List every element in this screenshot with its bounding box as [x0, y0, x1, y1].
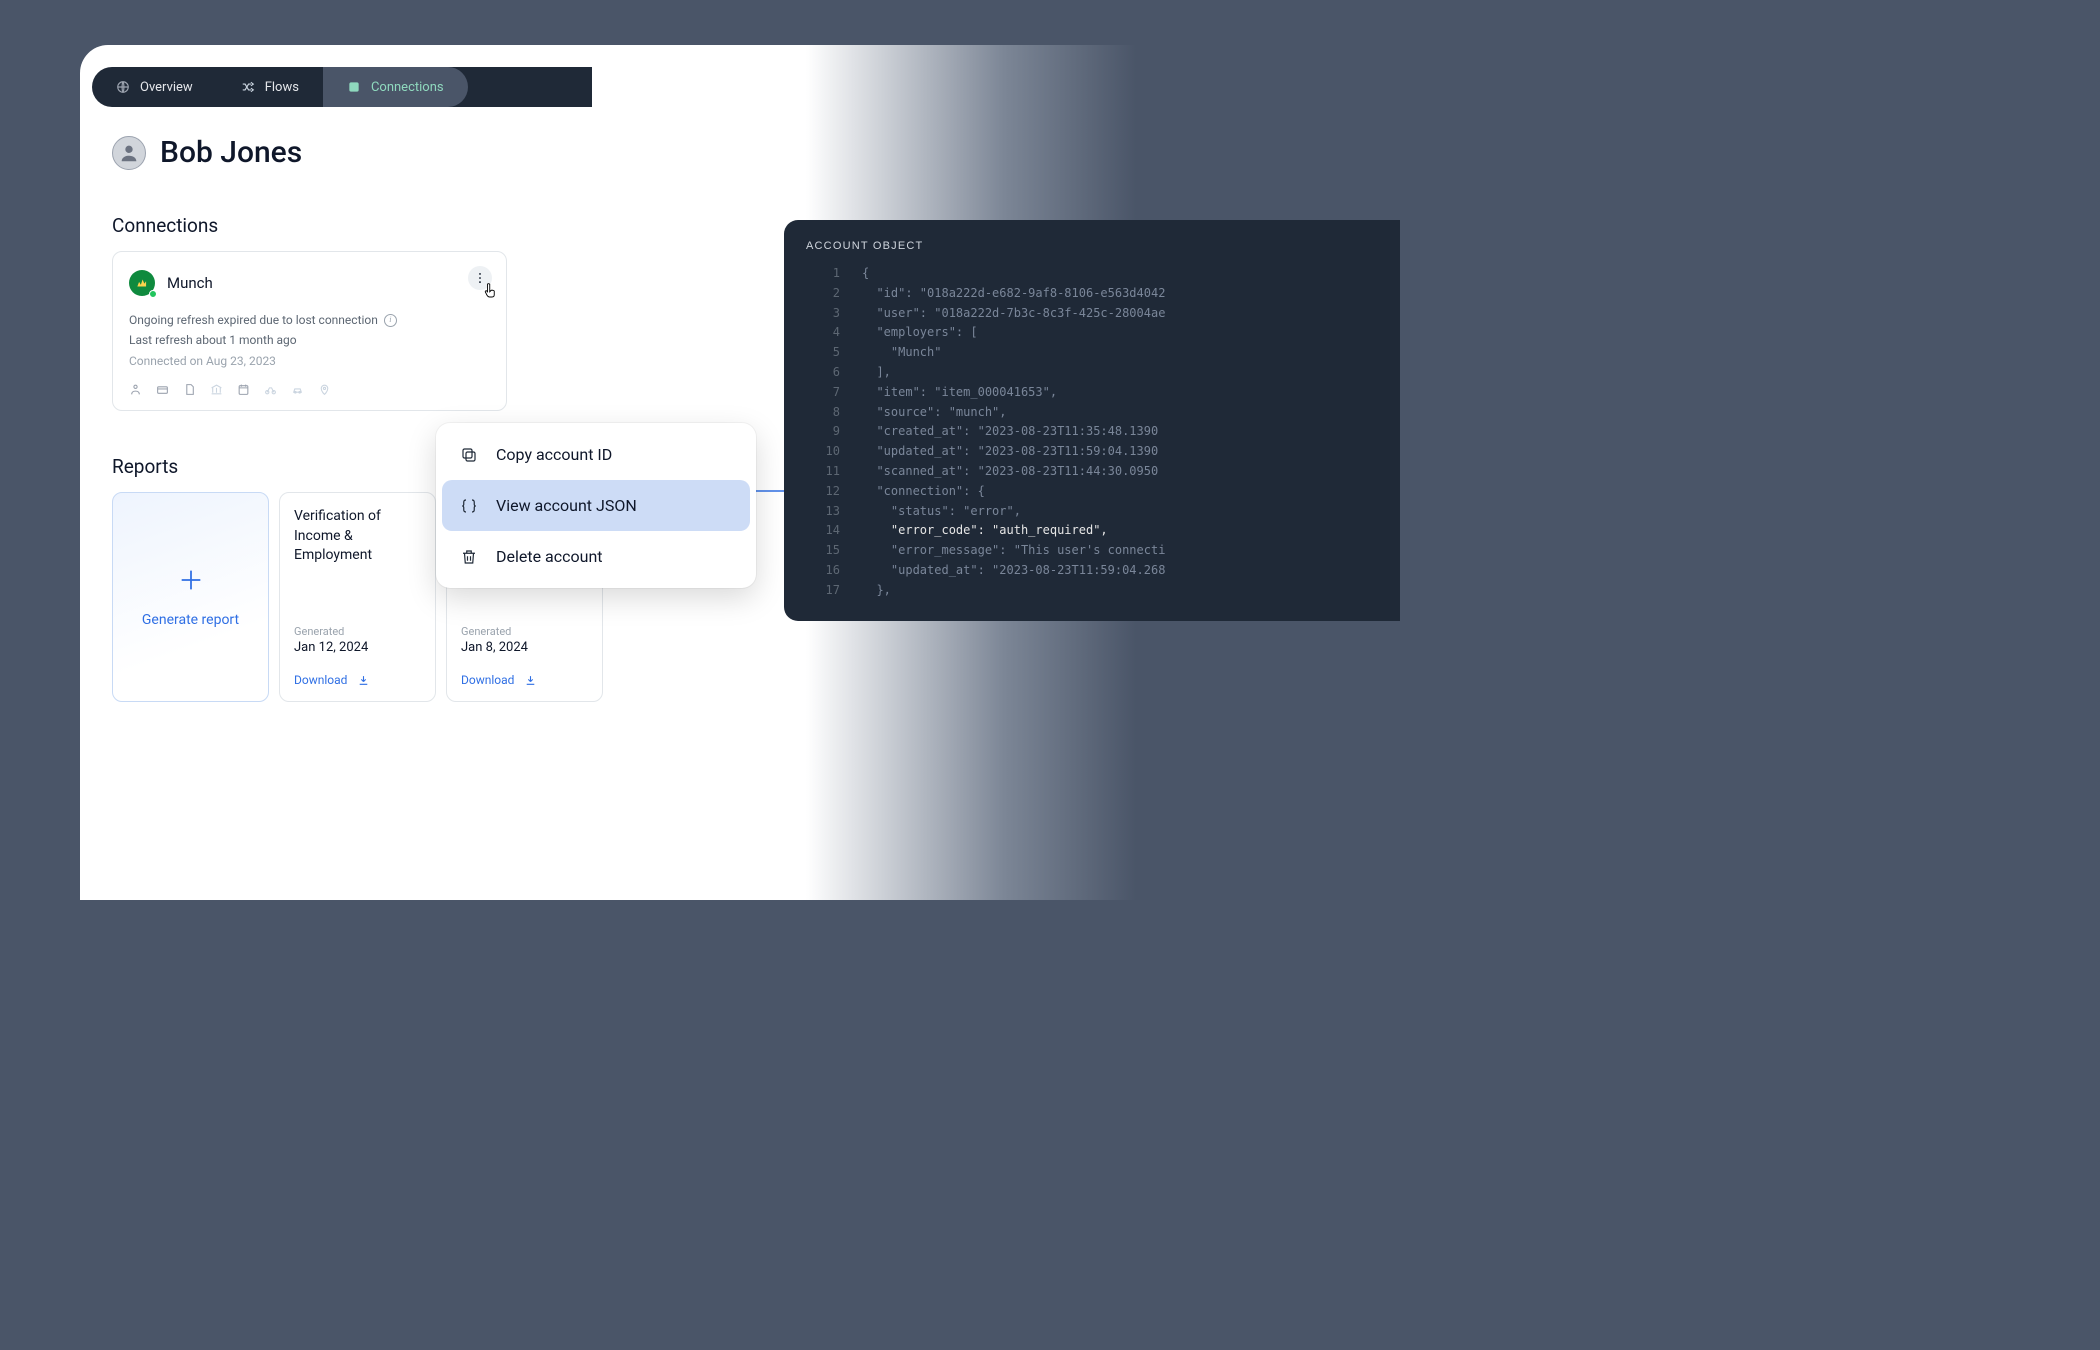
document-icon [183, 383, 196, 396]
code-line: 7 "item": "item_000041653", [806, 383, 1400, 403]
download-link[interactable]: Download [294, 673, 421, 687]
info-icon[interactable]: i [384, 314, 397, 327]
generated-date: Jan 12, 2024 [294, 640, 421, 655]
code-line: 2 "id": "018a222d-e682-9af8-8106-e563d40… [806, 284, 1400, 304]
download-icon [524, 674, 537, 687]
menu-copy-label: Copy account ID [496, 445, 612, 464]
code-line: 4 "employers": [ [806, 323, 1400, 343]
code-line: 11 "scanned_at": "2023-08-23T11:44:30.09… [806, 462, 1400, 482]
connection-refresh-line: Last refresh about 1 month ago [129, 330, 490, 350]
trash-icon [460, 548, 478, 566]
tab-flows-label: Flows [265, 80, 299, 95]
code-line: 12 "connection": { [806, 482, 1400, 502]
tab-overview[interactable]: Overview [92, 67, 217, 107]
generated-date: Jan 8, 2024 [461, 640, 588, 655]
code-panel-header: ACCOUNT OBJECT [806, 240, 1400, 252]
tab-overview-label: Overview [140, 80, 193, 95]
tab-connections[interactable]: Connections [323, 67, 468, 107]
user-header: Bob Jones [112, 135, 680, 170]
code-line: 13 "status": "error", [806, 502, 1400, 522]
calendar-icon [237, 383, 250, 396]
code-body: 1{2 "id": "018a222d-e682-9af8-8106-e563d… [806, 264, 1400, 601]
connection-status-line: Ongoing refresh expired due to lost conn… [129, 310, 490, 330]
report-title: Verification of Income & Employment [294, 507, 421, 566]
card-icon [156, 383, 169, 396]
connection-logo [129, 270, 155, 296]
code-line: 6 ], [806, 363, 1400, 383]
avatar [112, 136, 146, 170]
tab-bar: Overview Flows Connections [92, 67, 592, 107]
generated-label: Generated [294, 625, 421, 638]
connection-menu-button[interactable] [468, 266, 492, 290]
page-content: Bob Jones Connections Munch Ongoing refr… [80, 107, 680, 702]
globe-icon [116, 80, 130, 94]
code-line: 5 "Munch" [806, 343, 1400, 363]
person-icon [129, 383, 142, 396]
connections-heading: Connections [112, 214, 680, 237]
menu-copy-account-id[interactable]: Copy account ID [442, 429, 750, 480]
tab-flows[interactable]: Flows [217, 67, 323, 107]
download-icon [357, 674, 370, 687]
code-line: 15 "error_message": "This user's connect… [806, 541, 1400, 561]
download-link[interactable]: Download [461, 673, 588, 687]
shuffle-icon [241, 80, 255, 94]
user-name: Bob Jones [160, 135, 302, 170]
plus-icon [177, 566, 205, 594]
car-icon [291, 383, 304, 396]
connections-icon [347, 80, 361, 94]
code-line: 16 "updated_at": "2023-08-23T11:59:04.26… [806, 561, 1400, 581]
category-icons [129, 383, 490, 396]
code-line: 8 "source": "munch", [806, 403, 1400, 423]
generated-label: Generated [461, 625, 588, 638]
connection-name: Munch [167, 274, 213, 292]
bank-icon [210, 383, 223, 396]
pin-icon [318, 383, 331, 396]
menu-delete-account[interactable]: Delete account [442, 531, 750, 582]
menu-delete-label: Delete account [496, 547, 603, 566]
generate-report-label: Generate report [142, 612, 239, 628]
tab-connections-label: Connections [371, 80, 444, 95]
status-dot [149, 290, 157, 298]
account-actions-menu: Copy account ID View account JSON Delete… [436, 423, 756, 588]
menu-view-json[interactable]: View account JSON [442, 480, 750, 531]
copy-icon [460, 446, 478, 464]
code-line: 17 }, [806, 581, 1400, 601]
code-panel: ACCOUNT OBJECT 1{2 "id": "018a222d-e682-… [784, 220, 1400, 621]
braces-icon [460, 497, 478, 515]
code-line: 9 "created_at": "2023-08-23T11:35:48.139… [806, 422, 1400, 442]
bike-icon [264, 383, 277, 396]
report-card-voie: Verification of Income & Employment Gene… [279, 492, 436, 702]
main-card: Overview Flows Connections Bob Jones Con… [80, 45, 1400, 900]
code-line: 3 "user": "018a222d-7b3c-8c3f-425c-28004… [806, 304, 1400, 324]
code-line: 10 "updated_at": "2023-08-23T11:59:04.13… [806, 442, 1400, 462]
connection-connected-line: Connected on Aug 23, 2023 [129, 351, 490, 371]
generate-report-card[interactable]: Generate report [112, 492, 269, 702]
menu-view-json-label: View account JSON [496, 496, 637, 515]
connection-card: Munch Ongoing refresh expired due to los… [112, 251, 507, 411]
code-line: 1{ [806, 264, 1400, 284]
code-line: 14 "error_code": "auth_required", [806, 521, 1400, 541]
